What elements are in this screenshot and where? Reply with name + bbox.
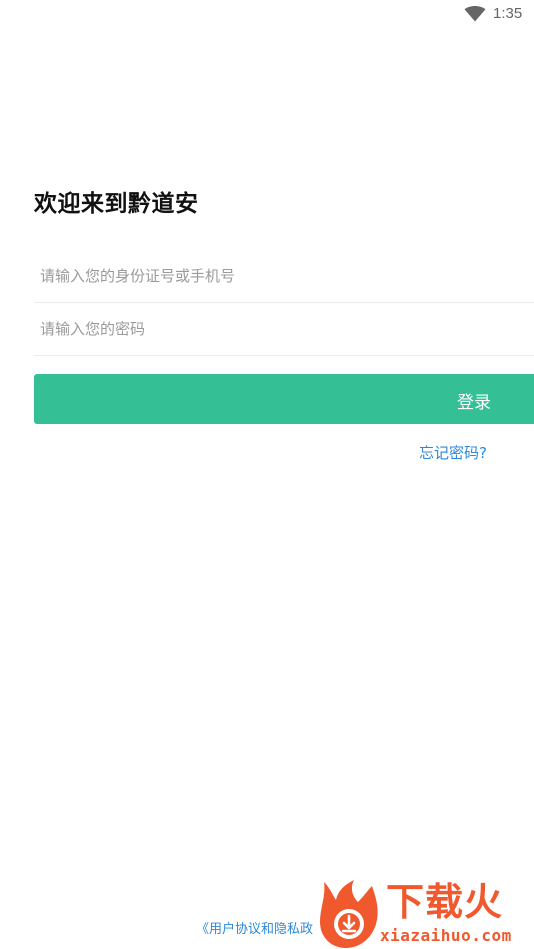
- username-input[interactable]: [34, 250, 534, 302]
- watermark-brand: 下载火: [386, 880, 504, 924]
- password-input[interactable]: [34, 303, 534, 355]
- watermark-domain: xiazaihuo.com: [380, 926, 512, 945]
- login-button-label: 登录: [457, 393, 491, 413]
- status-bar: 1:35: [0, 0, 534, 30]
- flame-download-icon: [320, 880, 378, 948]
- status-time: 1:35: [493, 5, 523, 22]
- password-field[interactable]: [34, 303, 534, 356]
- username-field[interactable]: [34, 250, 534, 303]
- login-button[interactable]: 登录: [34, 374, 534, 424]
- wifi-icon: [464, 6, 486, 22]
- forgot-password-link[interactable]: 忘记密码?: [419, 442, 487, 463]
- user-agreement-link[interactable]: 《用户协议和隐私政: [196, 918, 313, 937]
- watermark: 下载火 xiazaihuo.com: [316, 878, 534, 949]
- page-title: 欢迎来到黔道安: [34, 191, 199, 217]
